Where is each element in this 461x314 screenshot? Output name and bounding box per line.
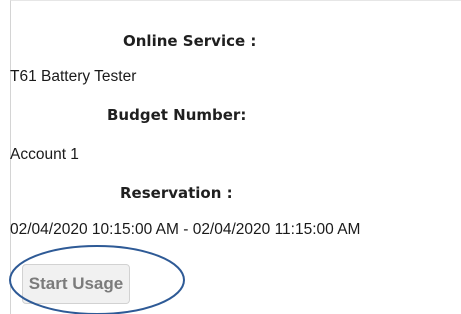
online-service-label: Online Service : bbox=[123, 32, 257, 50]
start-usage-button[interactable]: Start Usage bbox=[22, 264, 130, 304]
budget-number-label: Budget Number: bbox=[107, 106, 247, 124]
reservation-label: Reservation : bbox=[120, 184, 233, 202]
budget-number-value: Account 1 bbox=[10, 146, 79, 163]
reservation-time-range: 02/04/2020 10:15:00 AM - 02/04/2020 11:1… bbox=[10, 221, 361, 238]
online-service-value: T61 Battery Tester bbox=[10, 68, 137, 85]
